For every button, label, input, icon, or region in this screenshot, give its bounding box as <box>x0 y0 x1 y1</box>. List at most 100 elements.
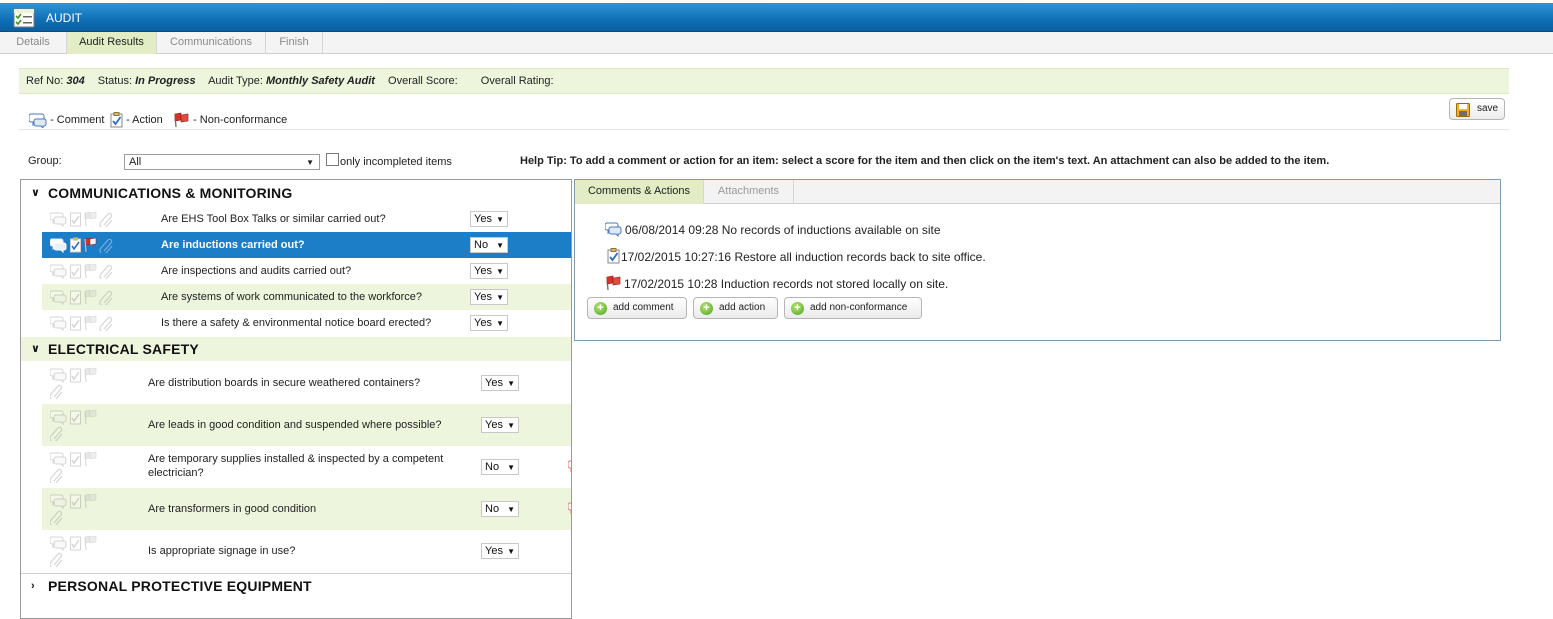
tab-attachments[interactable]: Attachments <box>704 180 794 204</box>
question-text[interactable]: Are distribution boards in secure weathe… <box>148 376 420 390</box>
chevron-down-icon: ▼ <box>507 379 515 388</box>
section-header-personal-protective-equipment[interactable]: › PERSONAL PROTECTIVE EQUIPMENT <box>21 573 571 597</box>
help-tip: Help Tip: To add a comment or action for… <box>520 155 1329 167</box>
tab-finish[interactable]: Finish <box>266 32 323 54</box>
plus-icon: + <box>700 302 713 315</box>
action-entry[interactable]: 17/02/2015 10:27:16 Restore all inductio… <box>607 248 1027 266</box>
chevron-down-icon: ▼ <box>496 241 504 250</box>
item-icons <box>49 263 122 282</box>
flag-icon <box>84 315 97 331</box>
only-incompleted-label: only incompleted items <box>340 156 452 168</box>
section-header-electrical-safety[interactable]: ∨ ELECTRICAL SAFETY <box>21 337 571 361</box>
question-text[interactable]: Is appropriate signage in use? <box>148 544 295 558</box>
tab-audit-results[interactable]: Audit Results <box>67 32 157 54</box>
comment-text: 06/08/2014 09:28 No records of induction… <box>625 223 941 237</box>
audit-item-row[interactable]: Are inspections and audits carried out? … <box>42 258 571 284</box>
floppy-disk-icon <box>1456 103 1470 117</box>
plus-icon: + <box>594 302 607 315</box>
tab-comments-actions[interactable]: Comments & Actions <box>575 180 704 204</box>
question-text[interactable]: Are EHS Tool Box Talks or similar carrie… <box>161 212 386 226</box>
score-dropdown[interactable]: No ▼ <box>481 501 519 517</box>
audit-item-row[interactable]: Are distribution boards in secure weathe… <box>42 362 571 404</box>
paperclip-icon <box>99 212 113 229</box>
audit-item-row[interactable]: Are EHS Tool Box Talks or similar carrie… <box>42 206 571 232</box>
paperclip-icon <box>49 510 63 527</box>
comment-icon <box>49 368 67 384</box>
plus-icon: + <box>791 302 804 315</box>
paperclip-icon <box>49 552 63 569</box>
question-text[interactable]: Are temporary supplies installed & inspe… <box>148 452 463 480</box>
audit-item-row[interactable]: Are transformers in good condition No ▼ <box>42 488 572 530</box>
chevron-down-icon: ▼ <box>496 319 504 328</box>
score-dropdown[interactable]: Yes ▼ <box>470 289 508 305</box>
chevron-down-icon: ▼ <box>507 547 515 556</box>
audit-item-row[interactable]: Are systems of work communicated to the … <box>42 284 571 310</box>
legend-action: - Action <box>110 110 163 130</box>
question-text[interactable]: Is there a safety & environmental notice… <box>161 316 431 330</box>
comment-icon <box>49 452 67 468</box>
add-action-button[interactable]: + add action <box>693 297 778 319</box>
flag-icon <box>84 409 97 425</box>
save-label: save <box>1477 103 1499 114</box>
tab-communications[interactable]: Communications <box>157 32 266 54</box>
add-nonconformance-button[interactable]: + add non-conformance <box>784 297 922 319</box>
item-icons <box>49 493 102 528</box>
add-comment-button[interactable]: + add comment <box>587 297 687 319</box>
question-text[interactable]: Are transformers in good condition <box>148 502 316 516</box>
item-icons <box>49 367 102 402</box>
group-select[interactable]: All ▼ <box>124 154 320 170</box>
item-icons <box>49 211 122 230</box>
question-text[interactable]: Are inspections and audits carried out? <box>161 264 351 278</box>
paperclip-icon <box>49 384 63 401</box>
paperclip-icon <box>99 264 113 281</box>
comment-icon <box>49 494 67 510</box>
item-icons <box>49 451 102 486</box>
flag-icon <box>84 451 97 467</box>
divider <box>19 129 1509 130</box>
audit-item-row[interactable]: Are leads in good condition and suspende… <box>42 404 571 446</box>
audit-item-row[interactable]: Is there a safety & environmental notice… <box>42 310 571 336</box>
item-icons <box>49 315 122 334</box>
chevron-down-icon: ▼ <box>507 463 515 472</box>
detail-tab-bar: Comments & Actions Attachments <box>575 180 1500 204</box>
audit-item-row[interactable]: Is appropriate signage in use? Yes ▼ <box>42 530 571 572</box>
flag-icon <box>606 275 621 291</box>
item-icons <box>49 535 102 570</box>
tab-details[interactable]: Details <box>0 32 67 54</box>
score-dropdown[interactable]: Yes ▼ <box>481 543 519 559</box>
paperclip-icon <box>99 316 113 333</box>
section-header-communications-monitoring[interactable]: ∨ COMMUNICATIONS & MONITORING <box>21 181 571 205</box>
audit-items-panel: ∨ COMMUNICATIONS & MONITORING Are EHS To… <box>20 179 572 619</box>
flag-icon <box>84 237 97 253</box>
score-dropdown[interactable]: No ▼ <box>470 237 508 253</box>
score-dropdown[interactable]: No ▼ <box>481 459 519 475</box>
overall-score-label: Overall Score: <box>388 75 458 87</box>
comment-required-icon[interactable] <box>568 460 572 474</box>
audit-item-row[interactable]: Are temporary supplies installed & inspe… <box>42 446 572 488</box>
only-incompleted-checkbox[interactable] <box>326 153 339 166</box>
nonconformance-entry[interactable]: 17/02/2015 10:28 Induction records not s… <box>605 275 1005 293</box>
question-text[interactable]: Are systems of work communicated to the … <box>161 290 422 304</box>
action-clipboard-icon <box>70 212 81 227</box>
question-text[interactable]: Are leads in good condition and suspende… <box>148 418 442 432</box>
item-icons <box>49 289 122 308</box>
score-dropdown[interactable]: Yes ▼ <box>481 375 519 391</box>
comment-entry[interactable]: 06/08/2014 09:28 No records of induction… <box>605 222 1005 239</box>
score-dropdown[interactable]: Yes ▼ <box>470 263 508 279</box>
score-dropdown[interactable]: Yes ▼ <box>481 417 519 433</box>
audit-item-row-selected[interactable]: Are inductions carried out? No ▼ <box>42 232 571 258</box>
save-button[interactable]: save <box>1449 98 1505 120</box>
score-dropdown[interactable]: Yes ▼ <box>470 315 508 331</box>
question-text[interactable]: Are inductions carried out? <box>161 238 305 252</box>
chevron-down-icon: ▼ <box>496 215 504 224</box>
chevron-down-icon: ▼ <box>507 421 515 430</box>
comment-required-icon[interactable] <box>568 502 572 516</box>
comment-icon <box>49 410 67 426</box>
item-icons <box>49 409 102 444</box>
score-dropdown[interactable]: Yes ▼ <box>470 211 508 227</box>
action-clipboard-icon <box>70 290 81 305</box>
chevron-down-icon: ∨ <box>31 187 40 199</box>
action-clipboard-icon <box>70 264 81 279</box>
action-clipboard-icon <box>70 316 81 331</box>
checklist-icon <box>13 8 35 28</box>
